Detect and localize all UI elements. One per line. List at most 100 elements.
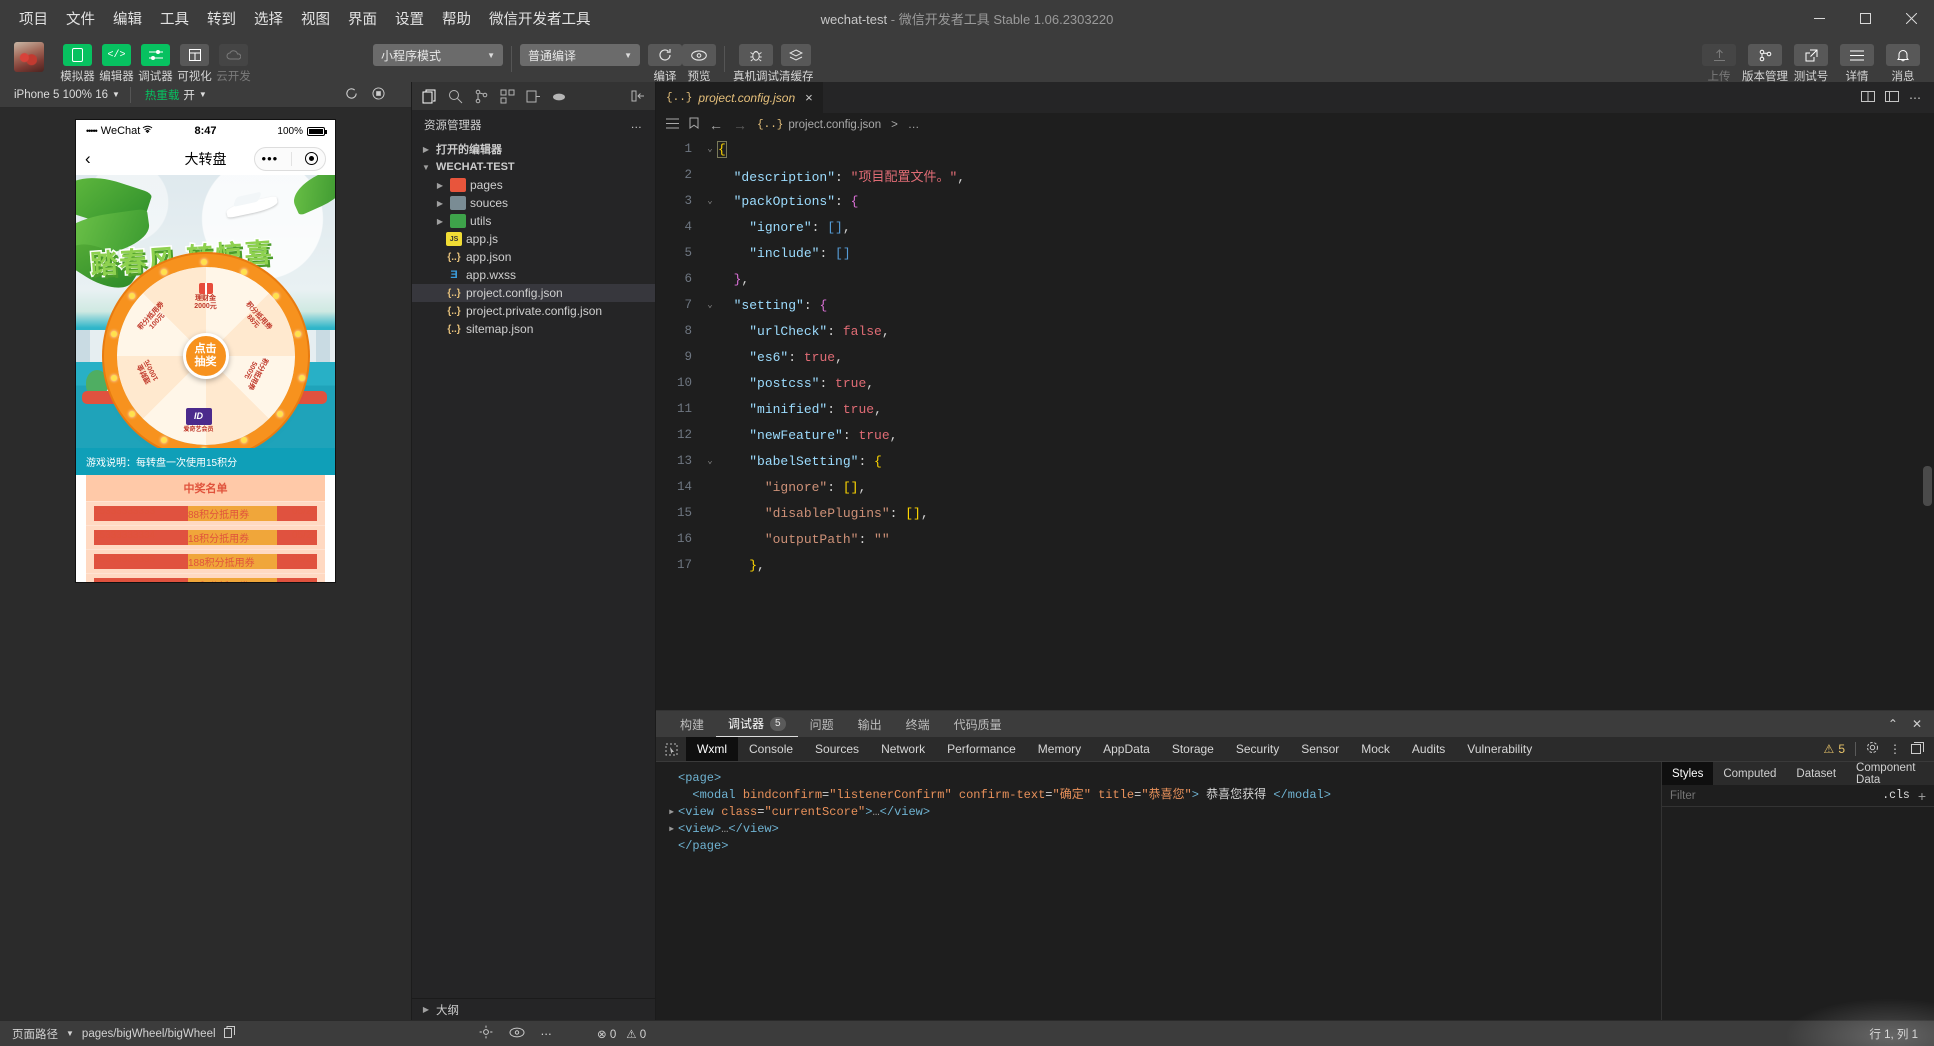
editor-tab-project-config[interactable]: {..} project.config.json × <box>656 82 823 113</box>
minimize-button[interactable] <box>1796 0 1842 36</box>
status-problems[interactable]: ⊗ 0 ⚠ 0 <box>597 1027 646 1041</box>
file-item-project-private-config-json[interactable]: {..} project.private.config.json <box>412 302 655 320</box>
styles-tab-styles[interactable]: Styles <box>1662 762 1714 785</box>
more-vertical-icon[interactable]: ⋮ <box>1889 742 1901 756</box>
lottery-wheel[interactable]: 理财金 2000元 积分抵用券 100元 理财金 1000元 ID 爱奇艺会员 <box>110 259 305 448</box>
files-icon[interactable] <box>416 83 442 109</box>
devtab-sources[interactable]: Sources <box>804 737 870 761</box>
styles-tab-dataset[interactable]: Dataset <box>1786 762 1846 785</box>
toolbar-visual[interactable]: 可视化 <box>175 38 214 84</box>
expand-arrow-icon[interactable]: ▸ <box>668 821 678 838</box>
split-editor-icon[interactable] <box>1861 89 1875 106</box>
file-item-sitemap-json[interactable]: {..} sitemap.json <box>412 320 655 338</box>
styles-overflow-icon[interactable]: » <box>1926 762 1934 785</box>
cls-button[interactable]: .cls <box>1882 789 1910 802</box>
devtab-vulnerability[interactable]: Vulnerability <box>1456 737 1543 761</box>
toolbar-details[interactable]: 详情 <box>1834 38 1880 84</box>
code-editor[interactable]: 1 ⌄{2 "description": "项目配置文件。", 3 ⌄ "packOp… <box>656 136 1934 710</box>
warning-count-group[interactable]: ⚠ 0 <box>626 1027 646 1041</box>
source-control-icon[interactable] <box>468 83 494 109</box>
search-icon[interactable] <box>442 83 468 109</box>
toolbar-version[interactable]: 版本管理 <box>1742 38 1788 84</box>
devtab-appdata[interactable]: AppData <box>1092 737 1161 761</box>
breadcrumb-tail[interactable]: … <box>908 119 920 131</box>
maximize-button[interactable] <box>1842 0 1888 36</box>
toolbar-compile[interactable]: 编译 <box>648 38 682 84</box>
devtab-wxml[interactable]: Wxml <box>686 737 738 761</box>
file-item-app-js[interactable]: JS app.js <box>412 230 655 248</box>
wxml-node[interactable]: </page> <box>668 838 1661 855</box>
fold-icon[interactable]: ⌄ <box>702 456 718 466</box>
panel-tab-output[interactable]: 输出 <box>846 711 894 737</box>
toolbar-simulator[interactable]: 模拟器 <box>58 38 97 84</box>
menu-item-5[interactable]: 选择 <box>245 3 292 34</box>
device-select[interactable]: iPhone 5 100% 16 ▼ <box>0 82 130 107</box>
menu-item-1[interactable]: 文件 <box>57 3 104 34</box>
wxml-tree[interactable]: <page> <modal bindconfirm="listenerConfi… <box>656 762 1662 1020</box>
fold-icon[interactable]: ⌄ <box>702 196 718 206</box>
avatar[interactable] <box>14 42 44 72</box>
menu-item-0[interactable]: 项目 <box>10 3 57 34</box>
file-item-pages[interactable]: ▶ pages <box>412 176 655 194</box>
menu-item-9[interactable]: 帮助 <box>433 3 480 34</box>
toolbar-upload[interactable]: 上传 <box>1696 38 1742 84</box>
file-item-utils[interactable]: ▶ utils <box>412 212 655 230</box>
wxml-node[interactable]: <page> <box>668 770 1661 787</box>
panel-tab-codequality[interactable]: 代码质量 <box>942 711 1014 737</box>
wheel-spin-button[interactable]: 点击 抽奖 <box>182 333 229 379</box>
fold-icon[interactable]: ⌄ <box>702 300 718 310</box>
menu-item-10[interactable]: 微信开发者工具 <box>480 3 600 34</box>
expand-arrow-icon[interactable]: ▸ <box>668 804 678 821</box>
cursor-position[interactable]: 行 1, 列 1 <box>1869 1026 1918 1042</box>
mode-select[interactable]: 小程序模式 ▼ <box>373 44 503 66</box>
toolbar-debugger[interactable]: 调试器 <box>136 38 175 84</box>
copy-icon[interactable] <box>223 1026 235 1041</box>
file-item-souces[interactable]: ▶ souces <box>412 194 655 212</box>
target-icon[interactable] <box>305 152 319 165</box>
forward-arrow-icon[interactable]: → <box>733 117 747 133</box>
debug-icon[interactable] <box>520 83 546 109</box>
toolbar-cloud[interactable]: 云开发 <box>214 38 253 84</box>
hot-reload-toggle[interactable]: 热重载 开 ▼ <box>131 82 217 107</box>
breadcrumb-file[interactable]: {..} project.config.json <box>757 119 881 131</box>
back-icon[interactable]: ‹ <box>85 149 91 169</box>
menu-item-3[interactable]: 工具 <box>151 3 198 34</box>
wxml-node[interactable]: <modal bindconfirm="listenerConfirm" con… <box>668 787 1661 804</box>
list-icon[interactable] <box>666 118 679 132</box>
toolbar-clearcache[interactable]: 清缓存 <box>779 38 814 84</box>
menu-item-8[interactable]: 设置 <box>386 3 433 34</box>
collapse-all-icon[interactable] <box>625 83 651 109</box>
more-icon[interactable]: ••• <box>262 151 279 166</box>
wxml-node[interactable]: ▸ <view class="currentScore">…</view> <box>668 804 1661 821</box>
devtab-console[interactable]: Console <box>738 737 804 761</box>
devtab-audits[interactable]: Audits <box>1401 737 1456 761</box>
file-item-app-wxss[interactable]: Ǝ app.wxss <box>412 266 655 284</box>
status-page-path[interactable]: 页面路径 ▼ pages/bigWheel/bigWheel <box>0 1026 235 1042</box>
panel-tab-terminal[interactable]: 终端 <box>894 711 942 737</box>
more-icon[interactable]: ⋯ <box>541 1027 554 1041</box>
add-rule-button[interactable]: + <box>1918 788 1926 804</box>
menu-item-4[interactable]: 转到 <box>198 3 245 34</box>
record-icon[interactable] <box>372 86 385 103</box>
menu-item-7[interactable]: 界面 <box>339 3 386 34</box>
gear-icon[interactable] <box>1866 741 1879 757</box>
styles-tab-component-data[interactable]: Component Data <box>1846 762 1925 786</box>
settings-icon[interactable] <box>479 1025 493 1042</box>
file-item-project-config-json[interactable]: {..} project.config.json <box>412 284 655 302</box>
cloud-icon[interactable] <box>546 83 572 109</box>
explorer-outline-section[interactable]: ▶ 大纲 <box>412 998 655 1020</box>
devtab-performance[interactable]: Performance <box>936 737 1027 761</box>
extensions-icon[interactable] <box>494 83 520 109</box>
warning-badge[interactable]: ⚠ 5 <box>1824 742 1845 756</box>
toolbar-messages[interactable]: 消息 <box>1880 38 1926 84</box>
dock-icon[interactable] <box>1911 741 1924 757</box>
toolbar-testaccount[interactable]: 测试号 <box>1788 38 1834 84</box>
chevron-up-icon[interactable]: ⌃ <box>1888 717 1898 731</box>
devtab-memory[interactable]: Memory <box>1027 737 1092 761</box>
devtab-mock[interactable]: Mock <box>1350 737 1401 761</box>
close-icon[interactable]: ✕ <box>1912 717 1922 731</box>
error-count-group[interactable]: ⊗ 0 <box>597 1027 616 1041</box>
inspect-icon[interactable] <box>656 737 686 761</box>
toolbar-editor[interactable]: </> 编辑器 <box>97 38 136 84</box>
refresh-icon[interactable] <box>345 87 358 103</box>
